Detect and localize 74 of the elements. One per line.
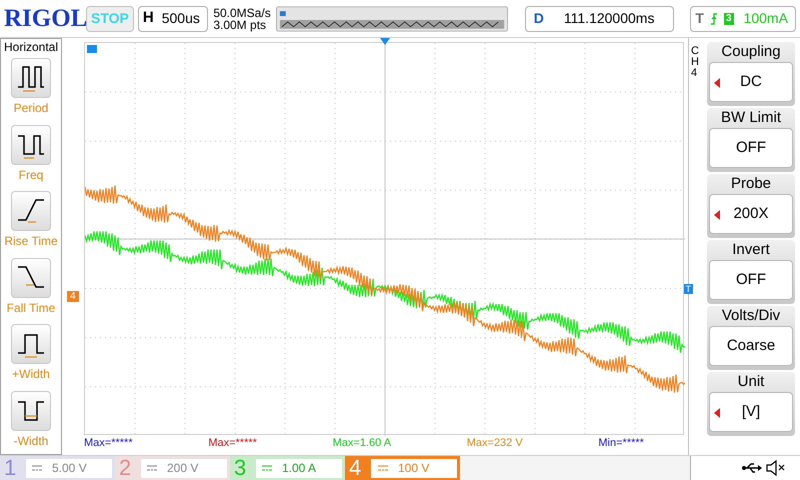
dc-coupling-icon [32, 465, 42, 471]
channel-label: CH4 [691, 46, 700, 79]
measurement-reading: Min=***** [598, 436, 644, 450]
channel-number: 3 [234, 457, 248, 479]
memory-overview-icon [276, 6, 508, 32]
menu-option-button[interactable]: Invert OFF [707, 240, 795, 304]
menu-option-button[interactable]: Unit [V] [707, 372, 795, 436]
measure-button[interactable] [11, 124, 51, 164]
option-value: [V] [742, 402, 760, 422]
measure-button[interactable] [11, 191, 51, 231]
channel-number: 2 [119, 457, 132, 479]
measure-button[interactable] [11, 58, 51, 98]
usb-icon [742, 462, 762, 474]
channel-scale: 1.00 A [282, 460, 316, 477]
delay-box[interactable]: D 111.120000ms [524, 6, 674, 32]
rising-edge-icon [710, 12, 718, 26]
dc-coupling-icon [378, 465, 388, 471]
adjust-caret-icon [714, 78, 720, 88]
timebase-box[interactable]: H 500us [138, 6, 208, 32]
measure-button[interactable] [11, 390, 51, 430]
measure-label: -Width [14, 432, 48, 450]
option-value: 200X [733, 204, 769, 224]
trigger-level-marker: T [684, 284, 693, 294]
adjust-caret-icon [714, 408, 720, 418]
channel-offset-marker: 4 [67, 291, 79, 302]
channel-scale: 5.00 V [52, 460, 87, 477]
dc-coupling-icon [262, 465, 272, 471]
option-value: OFF [736, 138, 766, 158]
option-value: OFF [736, 270, 766, 290]
measurement-reading: Max=***** [208, 436, 257, 450]
delay-label: D [534, 9, 544, 28]
channel-scale: 200 V [167, 460, 198, 477]
trigger-box[interactable]: T 3 100mA [690, 6, 796, 32]
measure-label: Period [14, 100, 48, 117]
menu-option-button[interactable]: BW Limit OFF [707, 108, 795, 172]
menu-option-button[interactable]: Coupling DC [707, 42, 795, 106]
option-value: Coarse [726, 336, 776, 356]
channel-number: 4 [349, 457, 362, 479]
option-title: BW Limit [721, 108, 781, 128]
memory-start-icon [87, 45, 97, 53]
mute-icon [766, 460, 786, 476]
measurement-reading: Max=1.60 A [332, 436, 392, 450]
menu-option-button[interactable]: Volts/Div Coarse [707, 306, 795, 370]
trigger-label: T [695, 9, 704, 28]
trigger-source: 3 [724, 12, 734, 24]
dc-coupling-icon [147, 465, 157, 471]
menu-option-button[interactable]: Probe 200X [707, 174, 795, 238]
option-title: Invert [732, 240, 770, 260]
option-title: Probe [730, 174, 772, 194]
option-title: Coupling [721, 42, 781, 62]
channel-number: 1 [4, 457, 18, 479]
sample-rate: 50.0MSa/s [213, 6, 271, 18]
channel-tab[interactable]: 2 200 V [115, 456, 230, 480]
timebase-value: 500us [162, 9, 200, 28]
measurement-reading: Max=***** [84, 436, 133, 450]
measure-label: +Width [12, 366, 50, 383]
trigger-position-icon [380, 38, 390, 45]
timebase-label: H [142, 8, 154, 28]
measurement-reading: Max=232 V [466, 436, 523, 450]
channel-scale: 100 V [398, 460, 430, 477]
option-value: DC [740, 72, 762, 92]
measure-label: Fall Time [6, 300, 56, 316]
option-title: Unit [738, 372, 764, 392]
measure-label: Freq [18, 166, 44, 184]
option-title: Volts/Div [722, 306, 780, 326]
memory-depth: 3.00M pts [213, 18, 268, 30]
delay-value: 111.120000ms [564, 9, 654, 28]
trigger-level: 100mA [744, 9, 788, 28]
measure-button[interactable] [11, 258, 51, 298]
measure-label: Rise Time [4, 233, 58, 250]
adjust-caret-icon [714, 210, 720, 220]
channel-tab[interactable]: 1 5.00 V [0, 456, 115, 480]
measure-menu-title: Horizontal [4, 39, 58, 55]
measure-button[interactable] [11, 324, 51, 364]
